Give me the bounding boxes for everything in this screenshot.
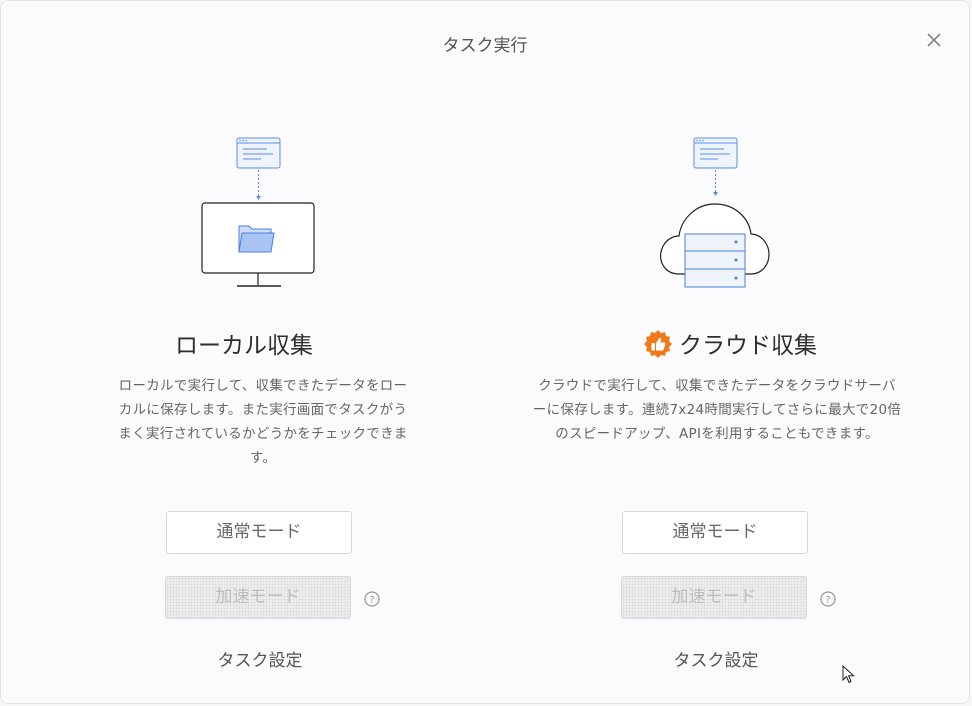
cloud-heading-text: クラウド収集 (679, 333, 817, 359)
local-collection-panel: ローカル収集 ローカルで実行して、収集できたデータをローカルに保存します。また実… (1, 1, 487, 705)
cloud-collection-panel: クラウド収集 クラウドで実行して、収集できたデータをクラウドサーバ ーに保存しま… (487, 1, 972, 705)
thumbs-up-badge-icon (644, 330, 672, 358)
cloud-server-illustration (660, 137, 770, 288)
folder-icon (238, 225, 275, 253)
cloud-normal-mode-button[interactable]: 通常モード (622, 511, 808, 554)
browser-window-icon (236, 137, 281, 169)
local-normal-mode-button[interactable]: 通常モード (166, 511, 352, 554)
help-icon[interactable]: ? (364, 591, 380, 607)
local-task-settings-link[interactable]: タスク設定 (165, 646, 355, 671)
cloud-description-line: ーに保存します。連続7x24時間実行してさらに最大で20倍 (532, 402, 902, 418)
mouse-cursor-icon (842, 665, 855, 684)
local-computer-illustration (201, 137, 315, 287)
browser-window-icon (693, 137, 738, 169)
cloud-description-line: のスピードアップ、APIを利用することもできます。 (555, 426, 879, 442)
cloud-heading: クラウド収集 (487, 326, 972, 360)
svg-text:?: ? (825, 595, 830, 606)
local-heading: ローカル収集 (175, 333, 313, 359)
cloud-description-line: クラウドで実行して、収集できたデータをクラウドサーバ (538, 378, 896, 394)
local-description: ローカルで実行して、収集できたデータをローカルに保存します。また実行画面でタスク… (118, 378, 408, 466)
task-run-dialog: タスク実行 ローカル収集 ローカルで実行して、収集できたデータをローカルに保存し… (0, 0, 970, 704)
local-fast-mode-button: 加速モード (165, 576, 351, 619)
help-icon[interactable]: ? (820, 591, 836, 607)
cloud-fast-mode-button: 加速モード (621, 576, 807, 619)
server-icon (684, 233, 746, 288)
cloud-task-settings-link[interactable]: タスク設定 (621, 646, 811, 671)
svg-text:?: ? (369, 595, 374, 606)
cloud-description: クラウドで実行して、収集できたデータをクラウドサーバ ーに保存します。連続7x2… (517, 374, 917, 446)
